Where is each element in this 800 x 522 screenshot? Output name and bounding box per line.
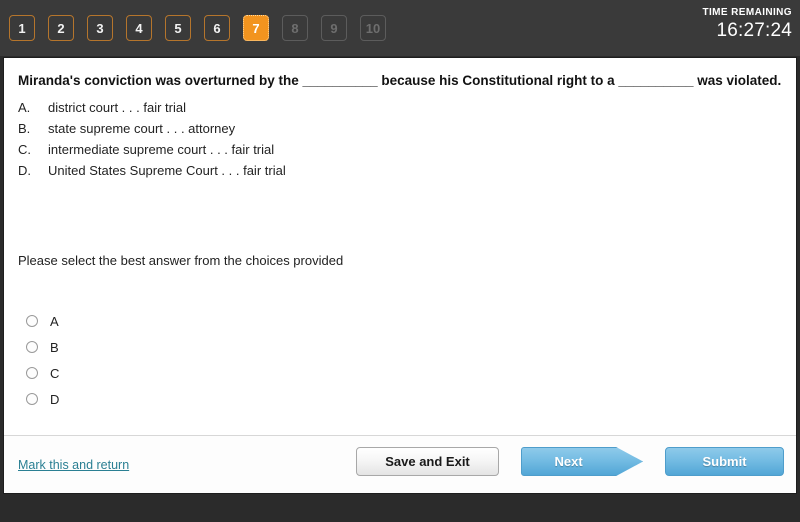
footer-toolbar: Mark this and return Save and Exit Next … — [4, 435, 796, 493]
next-button[interactable]: Next — [521, 447, 643, 476]
submit-button[interactable]: Submit — [665, 447, 784, 476]
choice-item: B. state supreme court . . . attorney — [18, 118, 782, 139]
choice-item: A. district court . . . fair trial — [18, 97, 782, 118]
answer-option-d[interactable]: D — [18, 386, 88, 412]
save-and-exit-button[interactable]: Save and Exit — [356, 447, 499, 476]
choice-text: state supreme court . . . attorney — [48, 121, 236, 136]
time-remaining-label: TIME REMAINING — [702, 7, 792, 18]
next-button-label: Next — [554, 454, 583, 469]
question-tab-label: 6 — [213, 20, 221, 36]
question-panel-body: Miranda's conviction was overturned by t… — [4, 58, 796, 435]
question-tab-label: 2 — [57, 20, 65, 36]
choice-text: United States Supreme Court . . . fair t… — [48, 163, 286, 178]
question-tab-label: 5 — [174, 20, 182, 36]
answer-radio-group: A B C D — [18, 308, 782, 412]
answer-option-label: D — [50, 391, 60, 407]
radio-icon[interactable] — [26, 367, 38, 379]
question-tab-label: 3 — [96, 20, 104, 36]
choice-letter: C. — [18, 142, 31, 157]
radio-icon[interactable] — [26, 315, 38, 327]
top-bar: 1 2 3 4 5 6 7 8 9 10 TIME REMAINING 16:2… — [0, 0, 800, 56]
radio-icon[interactable] — [26, 393, 38, 405]
question-tab-5[interactable]: 5 — [165, 15, 191, 41]
choice-item: C. intermediate supreme court . . . fair… — [18, 139, 782, 160]
question-tab-label: 9 — [330, 20, 338, 36]
question-tab-label: 7 — [252, 20, 260, 36]
question-panel: Miranda's conviction was overturned by t… — [3, 57, 797, 494]
choice-letter: D. — [18, 163, 31, 178]
question-tab-label: 4 — [135, 20, 143, 36]
exam-app: 1 2 3 4 5 6 7 8 9 10 TIME REMAINING 16:2… — [0, 0, 800, 522]
question-tab-6[interactable]: 6 — [204, 15, 230, 41]
answer-option-label: A — [50, 313, 59, 329]
question-tab-label: 1 — [18, 20, 26, 36]
radio-icon[interactable] — [26, 341, 38, 353]
question-tab-9-locked: 9 — [321, 15, 347, 41]
answer-option-label: C — [50, 365, 60, 381]
question-tab-10-locked: 10 — [360, 15, 386, 41]
question-text: Miranda's conviction was overturned by t… — [18, 73, 782, 88]
time-remaining-value: 16:27:24 — [716, 20, 792, 41]
answer-option-c[interactable]: C — [18, 360, 88, 386]
time-remaining: TIME REMAINING 16:27:24 — [703, 6, 793, 42]
choice-text: district court . . . fair trial — [48, 100, 186, 115]
question-tab-1[interactable]: 1 — [9, 15, 35, 41]
question-tab-8-locked: 8 — [282, 15, 308, 41]
answer-option-b[interactable]: B — [18, 334, 88, 360]
instruction-text: Please select the best answer from the c… — [18, 253, 344, 268]
question-tab-label: 8 — [291, 20, 299, 36]
question-tab-label: 10 — [365, 20, 381, 36]
choice-letter: A. — [18, 100, 31, 115]
mark-this-and-return-link[interactable]: Mark this and return — [18, 458, 129, 472]
question-tab-4[interactable]: 4 — [126, 15, 152, 41]
footer-action-buttons: Save and Exit Next Submit — [356, 447, 784, 476]
choice-letter: B. — [18, 121, 31, 136]
choice-text: intermediate supreme court . . . fair tr… — [48, 142, 275, 157]
answer-option-a[interactable]: A — [18, 308, 88, 334]
question-tab-3[interactable]: 3 — [87, 15, 113, 41]
question-tab-list: 1 2 3 4 5 6 7 8 9 10 — [9, 15, 386, 41]
choice-item: D. United States Supreme Court . . . fai… — [18, 160, 782, 181]
choice-list: A. district court . . . fair trial B. st… — [18, 97, 782, 181]
question-tab-7-current[interactable]: 7 — [243, 15, 269, 41]
question-tab-2[interactable]: 2 — [48, 15, 74, 41]
answer-option-label: B — [50, 339, 59, 355]
